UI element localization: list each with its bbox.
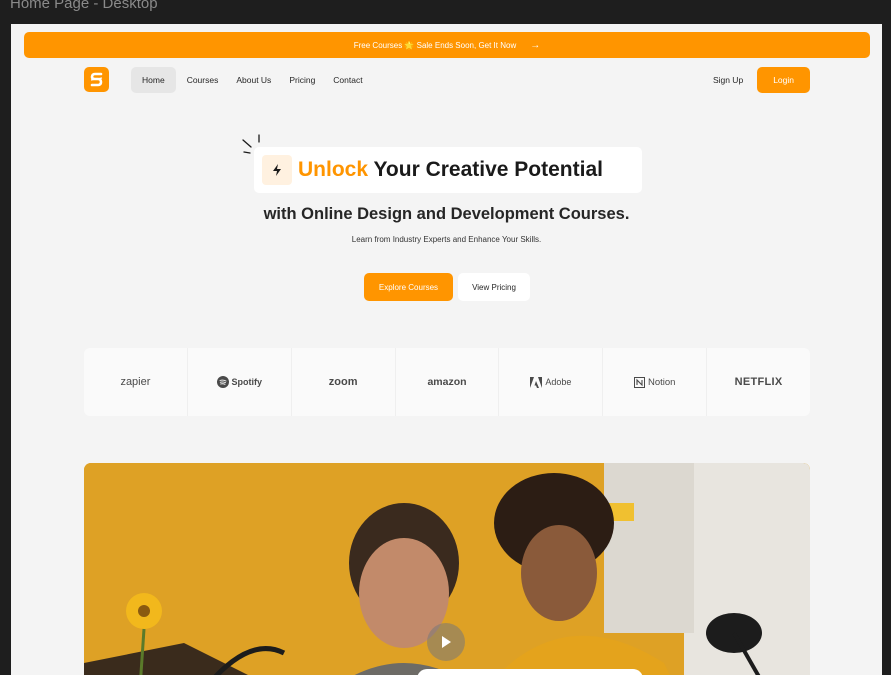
partner-zoom: zoom	[292, 348, 396, 416]
hero-title: Unlock Your Creative Potential	[298, 158, 603, 182]
navbar: Home Courses About Us Pricing Contact Si…	[84, 66, 810, 93]
promo-banner[interactable]: Free Courses 🌟 Sale Ends Soon, Get It No…	[24, 32, 870, 58]
nav-pricing[interactable]: Pricing	[282, 67, 322, 93]
partner-adobe: Adobe	[499, 348, 604, 416]
hero-tagline: Learn from Industry Experts and Enhance …	[351, 235, 542, 244]
notion-icon	[633, 376, 645, 388]
hero-video[interactable]	[84, 463, 810, 675]
nav-contact[interactable]: Contact	[326, 67, 369, 93]
s-logo-icon[interactable]	[84, 67, 109, 92]
arrow-right-icon: →	[530, 39, 541, 51]
nav-courses[interactable]: Courses	[180, 67, 226, 93]
hero-title-accent: Unlock	[298, 158, 369, 181]
signup-link[interactable]: Sign Up	[713, 75, 743, 85]
partner-notion: Notion	[603, 348, 708, 416]
frame-title: Home Page - Desktop	[10, 0, 158, 12]
partner-spotify: Spotify	[188, 348, 292, 416]
play-icon[interactable]	[427, 623, 465, 661]
view-pricing-button[interactable]: View Pricing	[458, 273, 530, 301]
lightning-icon	[262, 155, 292, 185]
partner-netflix: NETFLIX	[734, 376, 783, 388]
partner-amazon: amazon	[396, 348, 500, 416]
nav-about[interactable]: About Us	[229, 67, 278, 93]
login-button[interactable]: Login	[757, 66, 810, 93]
hero-title-rest: Your Creative Potential	[368, 158, 603, 181]
nav-auth: Sign Up Login	[713, 66, 810, 93]
adobe-icon	[530, 376, 543, 388]
nav-links: Home Courses About Us Pricing Contact	[131, 66, 370, 93]
hero-title-box: Unlock Your Creative Potential	[254, 147, 642, 193]
nav-home[interactable]: Home	[131, 66, 176, 93]
video-info-bar	[417, 669, 643, 675]
spotify-icon	[216, 376, 229, 388]
explore-courses-button[interactable]: Explore Courses	[364, 273, 453, 301]
hero-subtitle: with Online Design and Development Cours…	[263, 205, 630, 223]
partner-zapier: zapier	[84, 348, 188, 416]
partner-logos: zapier Spotify zoom amazon Adobe Notion …	[84, 348, 810, 416]
banner-text: Free Courses 🌟 Sale Ends Soon, Get It No…	[353, 40, 517, 50]
home-page: Free Courses 🌟 Sale Ends Soon, Get It No…	[11, 24, 882, 675]
